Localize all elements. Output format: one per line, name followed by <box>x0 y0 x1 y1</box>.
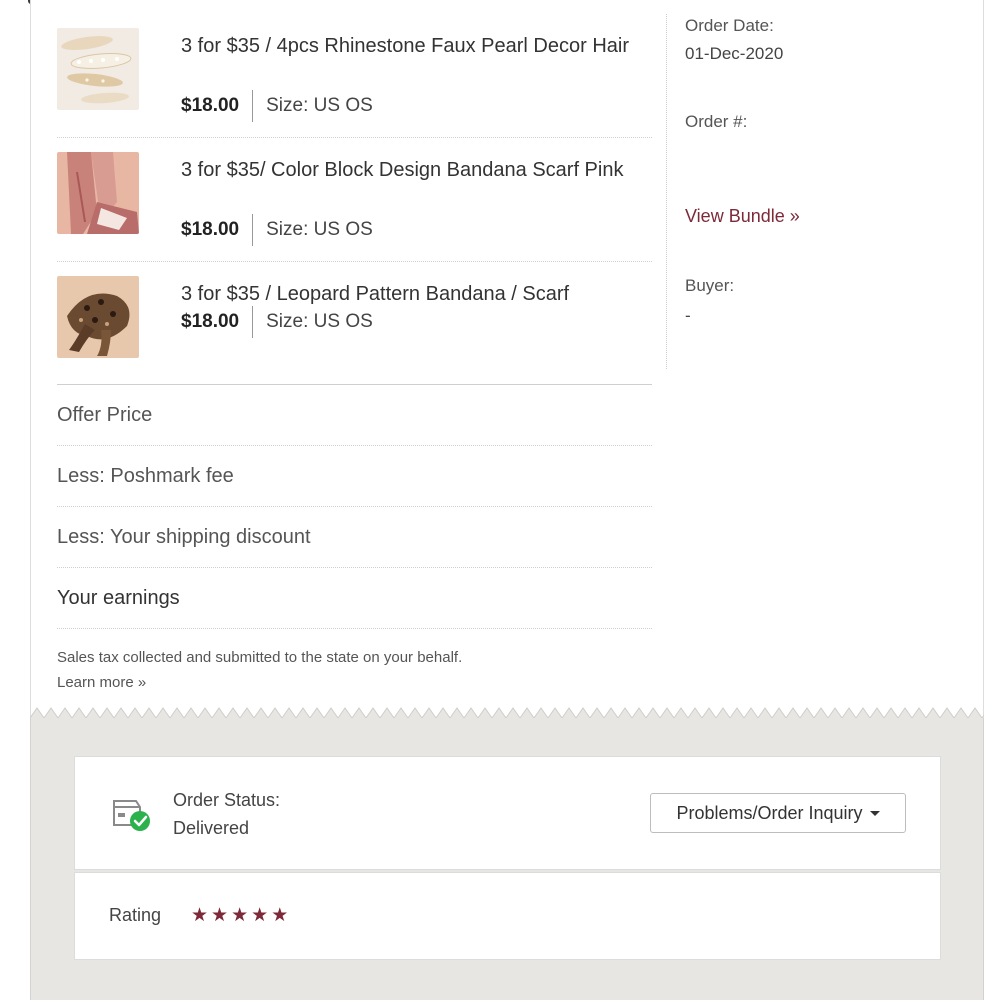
order-inquiry-label: Problems/Order Inquiry <box>676 802 863 823</box>
learn-more-link[interactable]: Learn more » <box>57 670 652 695</box>
item-price-row: $18.00 Size: US OS <box>181 306 373 338</box>
star-icon: ★ <box>231 904 249 926</box>
hair-clips-thumbnail[interactable] <box>57 28 139 110</box>
caret-down-icon <box>869 810 880 816</box>
order-date-value: 01-Dec-2020 <box>685 44 784 63</box>
order-status-label: Order Status: <box>173 790 281 810</box>
tax-note-text: Sales tax collected and submitted to the… <box>57 649 463 666</box>
column-divider <box>666 14 667 369</box>
rating-card: Rating ★ ★ ★ ★ ★ <box>74 872 941 960</box>
order-inquiry-dropdown-button[interactable]: Problems/Order Inquiry <box>650 793 906 833</box>
item-size: Size: US OS <box>266 219 373 240</box>
view-bundle-link[interactable]: View Bundle » <box>685 206 800 227</box>
package-delivered-icon <box>110 795 154 835</box>
item-size: Size: US OS <box>266 95 373 116</box>
shipping-discount-row: Less: Your shipping discount <box>57 507 652 568</box>
order-status-area: Order Status: Delivered Problems/Order I… <box>30 718 984 1000</box>
earnings-label: Your earnings <box>57 586 180 609</box>
shipping-discount-label: Less: Your shipping discount <box>57 525 311 548</box>
tax-note: Sales tax collected and submitted to the… <box>57 629 652 695</box>
list-item[interactable]: 3 for $35/ Color Block Design Bandana Sc… <box>57 138 652 262</box>
star-rating: ★ ★ ★ ★ ★ <box>191 903 288 927</box>
star-icon: ★ <box>251 904 269 926</box>
item-price: $18.00 <box>181 214 254 246</box>
item-title[interactable]: 3 for $35/ Color Block Design Bandana Sc… <box>181 154 641 186</box>
pink-scarf-thumbnail[interactable] <box>57 152 139 234</box>
item-title[interactable]: 3 for $35 / 4pcs Rhinestone Faux Pearl D… <box>181 30 641 62</box>
leopard-scarf-thumbnail[interactable] <box>57 276 139 358</box>
poshmark-fee-row: Less: Poshmark fee <box>57 446 652 507</box>
order-status-value: Delivered <box>173 818 250 838</box>
buyer-label: Buyer: <box>685 276 735 295</box>
order-items-list: 3 for $35 / 4pcs Rhinestone Faux Pearl D… <box>57 14 652 386</box>
star-icon: ★ <box>211 904 229 926</box>
buyer-value: - <box>685 306 691 325</box>
item-price-row: $18.00 Size: US OS <box>181 214 373 246</box>
order-status-card: Order Status: Delivered Problems/Order I… <box>74 756 941 870</box>
order-date-label: Order Date: <box>685 16 774 35</box>
item-size: Size: US OS <box>266 311 373 332</box>
earnings-summary: Offer Price Less: Poshmark fee Less: You… <box>57 384 652 695</box>
list-item[interactable]: 3 for $35 / 4pcs Rhinestone Faux Pearl D… <box>57 14 652 138</box>
list-item[interactable]: 3 for $35 / Leopard Pattern Bandana / Sc… <box>57 262 652 386</box>
item-price-row: $18.00 Size: US OS <box>181 90 373 122</box>
offer-price-label: Offer Price <box>57 403 153 426</box>
order-number-label: Order #: <box>685 112 748 131</box>
star-icon: ★ <box>191 904 209 926</box>
item-price: $18.00 <box>181 90 254 122</box>
earnings-row: Your earnings <box>57 568 652 629</box>
poshmark-fee-label: Less: Poshmark fee <box>57 464 234 487</box>
star-icon: ★ <box>271 904 289 926</box>
rating-label: Rating <box>109 905 162 925</box>
item-price: $18.00 <box>181 306 254 338</box>
offer-price-row: Offer Price <box>57 385 652 446</box>
